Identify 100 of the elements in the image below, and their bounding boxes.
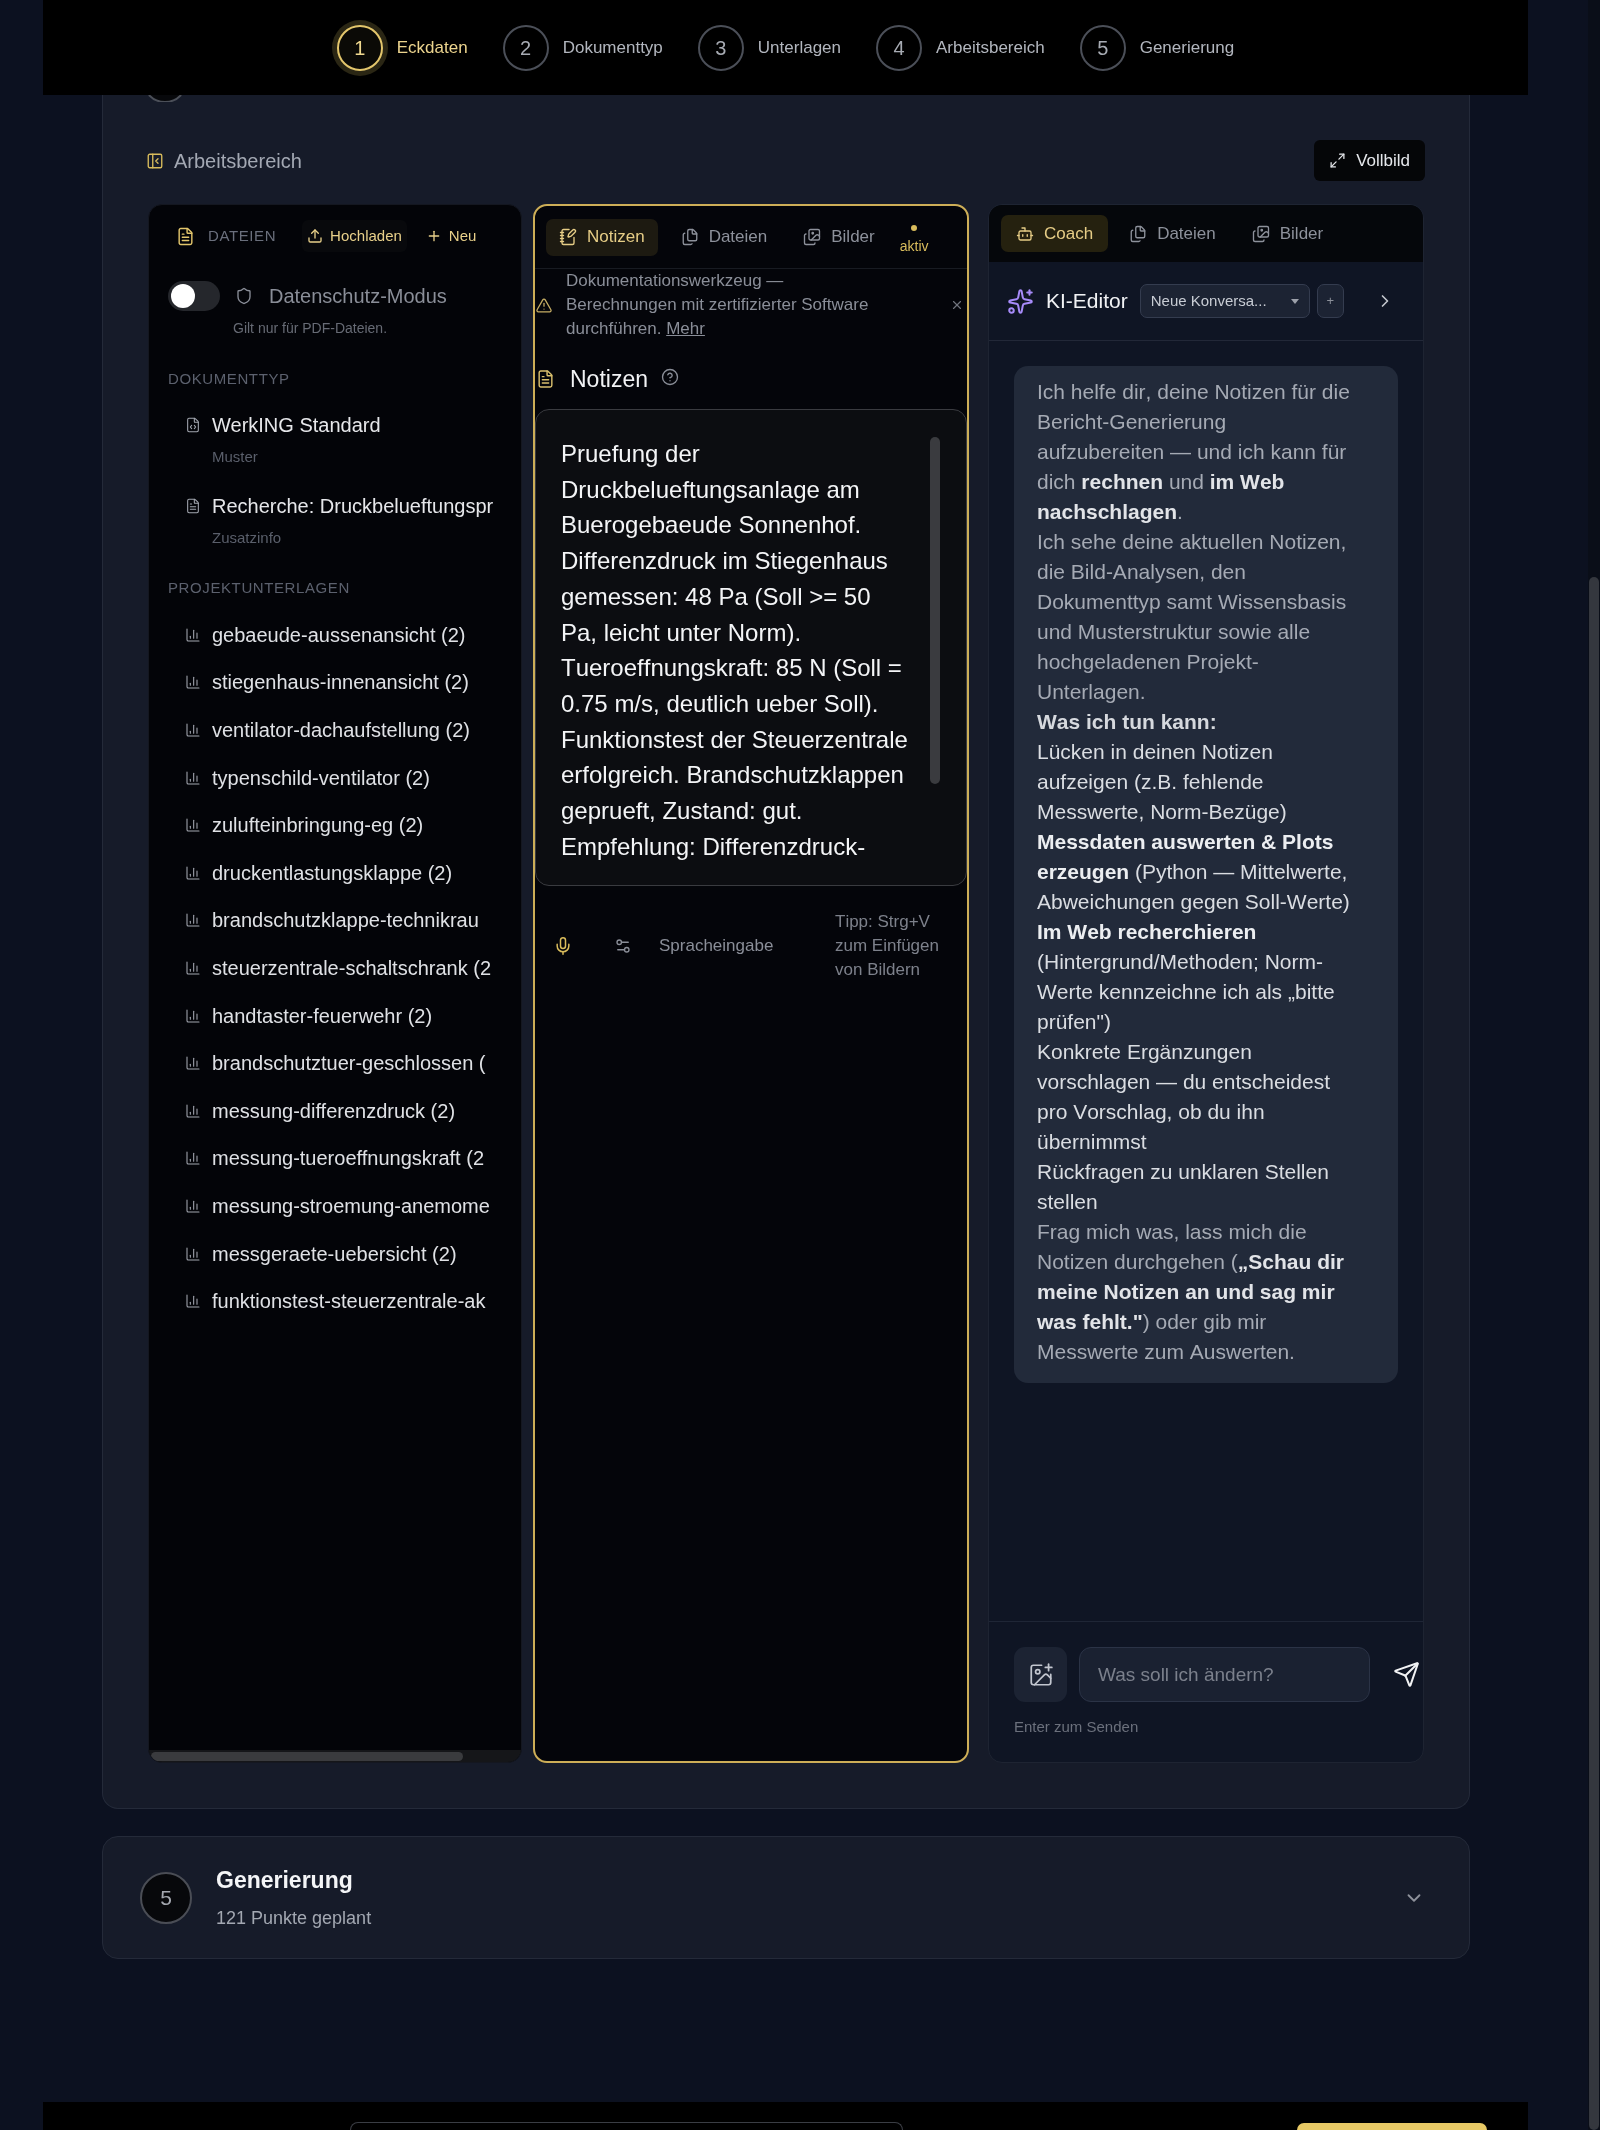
scrollbar-thumb[interactable]: [151, 1751, 463, 1761]
step-button[interactable]: 3 Unterlagen: [697, 24, 841, 71]
step-number: 1: [331, 19, 388, 76]
list-item-text: Messdaten auswerten & Plots erzeugen (Python — Mittelwerte, Abweichungen gegen Soll-Werte): [1037, 829, 1351, 915]
document-item[interactable]: Recherche: Druckbelueftungspr: [185, 492, 494, 520]
list-item-text: Konkrete Ergänzungen vorschlagen — du entscheidest pro Vorschlag, ob du ihn übernimmst: [1037, 1039, 1331, 1155]
send-icon[interactable]: [1393, 1661, 1420, 1688]
privacy-toggle[interactable]: [168, 281, 220, 311]
step-number: 5: [140, 1871, 192, 1924]
files-icon: [680, 228, 699, 246]
bar-chart-icon: [185, 1292, 201, 1311]
message-input[interactable]: Was soll ich ändern?: [1079, 1647, 1370, 1702]
file-item[interactable]: druckentlastungsklappe (2): [185, 848, 453, 897]
send-hint: Enter zum Senden: [1014, 1717, 1139, 1737]
notes-title: Notizen: [570, 364, 648, 394]
upload-icon: [307, 228, 324, 244]
conversation-select[interactable]: Neue Konversa...: [1139, 284, 1310, 318]
shield-icon: [235, 286, 253, 306]
images-icon: [1251, 224, 1270, 243]
message-text: Ich helfe dir, deine Notizen für die Bericht-Generierung aufzubereiten — und ich kann für dich rechnen und im Web nachschlagen.: [1037, 379, 1351, 525]
bar-chart-icon: [185, 911, 201, 930]
document-icon: [176, 225, 195, 247]
panel-collapse-icon[interactable]: [146, 151, 164, 170]
tab[interactable]: Coach: [1001, 215, 1109, 252]
step-number: 3: [697, 24, 744, 71]
document-tag: Zusatzinfo: [212, 528, 282, 548]
sliders-icon[interactable]: [614, 936, 632, 955]
new-button[interactable]: Neu: [420, 220, 482, 252]
file-item[interactable]: messung-tueroeffnungskraft (2: [185, 1134, 484, 1183]
caret-icon: [1290, 298, 1299, 304]
step-number: 5: [1079, 24, 1126, 71]
file-item[interactable]: typenschild-ventilator (2): [185, 753, 430, 802]
file-item[interactable]: brandschutzklappe-technikrau: [185, 896, 479, 945]
bar-chart-icon: [185, 1149, 201, 1168]
document-tag: Muster: [212, 447, 258, 467]
voice-input-label: Spracheingabe: [659, 934, 774, 957]
document-icon: [536, 368, 555, 390]
file-item[interactable]: stiegenhaus-innenansicht (2): [185, 658, 469, 707]
tab[interactable]: Notizen: [546, 218, 658, 256]
step-subtitle: 121 Punkte geplant: [216, 1907, 372, 1931]
paste-tip: Tipp: Strg+V zum Einfügen von Bildern: [835, 910, 940, 981]
robot-icon: [1016, 224, 1034, 243]
image-plus-icon: [1027, 1661, 1054, 1688]
file-item[interactable]: zulufteinbringung-eg (2): [185, 801, 424, 849]
images-icon: [803, 228, 822, 246]
bar-chart-icon: [185, 816, 201, 835]
tab[interactable]: Dateien: [667, 218, 781, 256]
step-title: Generierung: [216, 1865, 354, 1895]
list-item-text: Im Web recherchieren (Hintergrund/Methoden; Norm-Werte kennzeichne ich als „bitte prüfen"): [1037, 919, 1336, 1035]
notebook-pen-icon: [559, 228, 577, 246]
editor-title: KI-Editor: [1046, 288, 1128, 315]
bar-chart-icon: [185, 673, 201, 692]
list-item-text: Rückfragen zu unklaren Stellen stellen: [1037, 1159, 1330, 1215]
status-label: aktiv: [899, 237, 929, 255]
file-item[interactable]: handtaster-feuerwehr (2): [185, 991, 433, 1040]
workspace-title: Arbeitsbereich: [174, 148, 302, 174]
list-item-text: Lücken in deinen Notizen aufzeigen (z.B. fehlende Messwerte, Norm-Bezüge): [1037, 739, 1288, 825]
close-icon[interactable]: [950, 298, 964, 312]
tab[interactable]: Bilder: [790, 218, 888, 256]
warning-icon: [535, 296, 553, 314]
upload-button[interactable]: Hochladen: [302, 220, 407, 252]
expand-icon: [1329, 152, 1347, 169]
bar-chart-icon: [185, 1054, 201, 1073]
file-item[interactable]: funktionstest-steuerzentrale-ak: [185, 1277, 486, 1325]
scrollbar-thumb[interactable]: [930, 437, 940, 784]
document-icon: [185, 497, 201, 515]
file-item[interactable]: brandschutztuer-geschlossen (: [185, 1039, 486, 1087]
help-icon[interactable]: [661, 368, 679, 386]
toggle-hint: Gilt nur für PDF-Dateien.: [233, 319, 388, 338]
more-link[interactable]: Mehr: [666, 319, 705, 338]
toggle-label: Datenschutz-Modus: [269, 284, 447, 309]
file-item[interactable]: gebaeude-aussenansicht (2): [185, 611, 466, 659]
code-file-icon: [185, 416, 201, 434]
message-heading: Was ich tun kann:: [1037, 709, 1218, 735]
document-item[interactable]: WerkING Standard: [185, 411, 381, 439]
message-text: Ich sehe deine aktuellen Notizen, die Bild-Analysen, den Dokumenttyp samt Wissensbasis und Musterstruktur sowie alle hochgeladenen Projekt-Unterlagen.: [1037, 529, 1348, 705]
section-title: PROJEKTUNTERLAGEN: [168, 578, 350, 598]
file-item[interactable]: messung-differenzdruck (2): [185, 1086, 456, 1135]
bar-chart-icon: [185, 721, 201, 739]
file-item[interactable]: steuerzentrale-schaltschrank (2: [185, 944, 491, 992]
new-conversation-button[interactable]: +: [1316, 284, 1344, 318]
file-item[interactable]: messung-stroemung-anemome: [185, 1182, 490, 1230]
sparkles-icon: [1007, 287, 1034, 315]
file-item[interactable]: messgeraete-uebersicht (2): [185, 1229, 457, 1278]
file-item[interactable]: ventilator-dachaufstellung (2): [185, 706, 470, 754]
files-icon: [1129, 224, 1148, 243]
panel-label: DATEIEN: [208, 225, 277, 246]
step-button[interactable]: 4 Arbeitsbereich: [876, 24, 1045, 71]
notes-field[interactable]: Pruefung der Druckbelueftungsanlage am Buerogebaeude Sonnenhof. Differenzdruck im Stiegenhaus gemessen: 48 Pa (Soll >= 50 Pa, leicht unter Norm). Tueroeffnungskraft: 85 N (Soll = 0.75 m/s, deutlich ueber Soll). Funktionstest der Steuerzentrale erfolgreich. Brandschutzklappen geprueft, Zustand: gut. Empfehlung: Differenzdruck-: [535, 409, 967, 886]
fullscreen-button[interactable]: Vollbild: [1314, 140, 1425, 181]
scrollbar-thumb[interactable]: [1589, 577, 1599, 2130]
tab[interactable]: Dateien: [1114, 215, 1231, 252]
warning-text: Dokumentationswerkzeug — Berechnungen mit zertifizierter Software durchführen. Mehr: [566, 270, 870, 340]
image-upload-button[interactable]: [1014, 1647, 1067, 1702]
step-number: 4: [876, 24, 922, 71]
message-text: Frag mich was, lass mich die Notizen durchgehen („Schau dir meine Notizen an und sag mir was fehlt.") oder gib mir Messwerte zum Auswerten.: [1037, 1219, 1345, 1365]
tab[interactable]: Bilder: [1236, 215, 1339, 252]
step-button[interactable]: 5 Generierung: [1079, 24, 1235, 71]
section-title: DOKUMENTTYP: [168, 369, 290, 389]
step-button[interactable]: 2 Dokumenttyp: [502, 24, 663, 71]
